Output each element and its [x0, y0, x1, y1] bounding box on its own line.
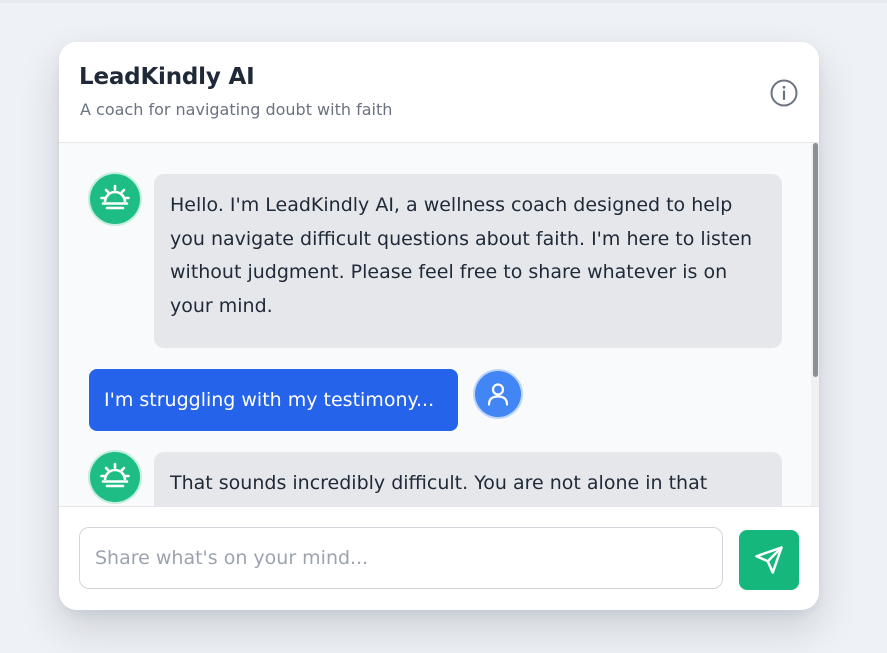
send-icon — [755, 546, 783, 574]
sunrise-icon — [100, 462, 130, 488]
send-button[interactable] — [739, 530, 799, 590]
user-avatar — [475, 371, 521, 417]
bot-message-bubble: Hello. I'm LeadKindly AI, a wellness coa… — [154, 174, 782, 348]
info-icon — [770, 79, 798, 107]
chat-window: LeadKindly AI A coach for navigating dou… — [59, 42, 819, 610]
app-subtitle: A coach for navigating doubt with faith — [80, 100, 393, 119]
message-list[interactable]: Hello. I'm LeadKindly AI, a wellness coa… — [59, 143, 819, 506]
message-input[interactable] — [79, 527, 723, 589]
app-title: LeadKindly AI — [79, 64, 255, 90]
info-button[interactable] — [769, 78, 799, 108]
composer-bar — [59, 506, 819, 610]
user-message-bubble: I'm struggling with my testimony... — [89, 369, 458, 431]
sunrise-icon — [100, 184, 130, 210]
bot-avatar — [90, 452, 140, 502]
message-scrollbar[interactable] — [811, 143, 819, 506]
user-icon — [487, 383, 509, 406]
chat-header: LeadKindly AI A coach for navigating dou… — [59, 42, 819, 143]
bot-avatar — [90, 174, 140, 224]
bot-message-bubble: That sounds incredibly difficult. You ar… — [154, 452, 782, 506]
top-edge — [0, 0, 887, 3]
scrollbar-thumb[interactable] — [813, 143, 818, 377]
